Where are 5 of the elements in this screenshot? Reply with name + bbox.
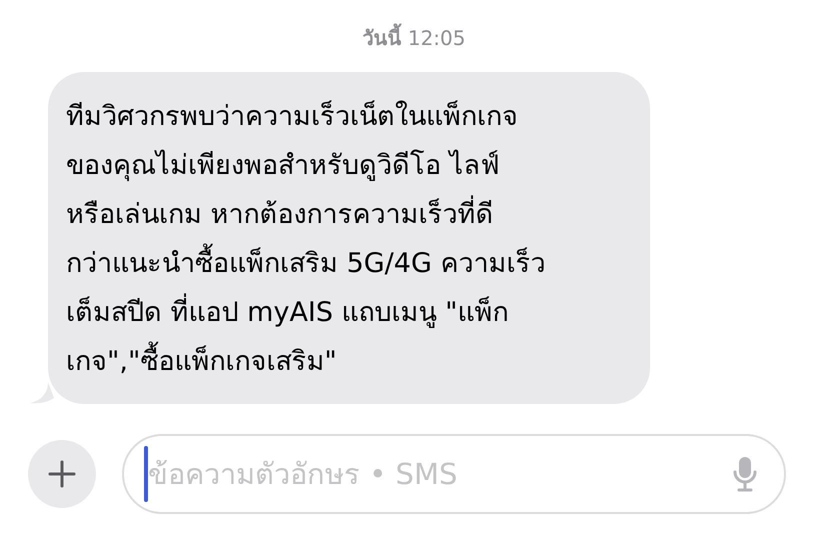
- timestamp: วันนี้ 12:05: [362, 22, 466, 54]
- text-cursor: [144, 446, 148, 502]
- message-field[interactable]: ข้อความตัวอักษร • SMS: [122, 434, 786, 514]
- plus-icon: [48, 460, 76, 488]
- message-text: ทีมวิศวกรพบว่าความเร็วเน็ตในแพ็กเกจ ของคุณไม่เพียงพอสำหรับดูวิดีโอ ไลฟ์ หรือเล่นเกม หากต้องการความเร็วที่ดี กว่าแนะนำซื้อแพ็กเสริม 5G/4G ความเร็ว เต็มสปีด ที่แอป myAIS แถบเมนู "แพ็ก เกจ","ซื้อแพ็กเกจเสริม": [66, 101, 546, 377]
